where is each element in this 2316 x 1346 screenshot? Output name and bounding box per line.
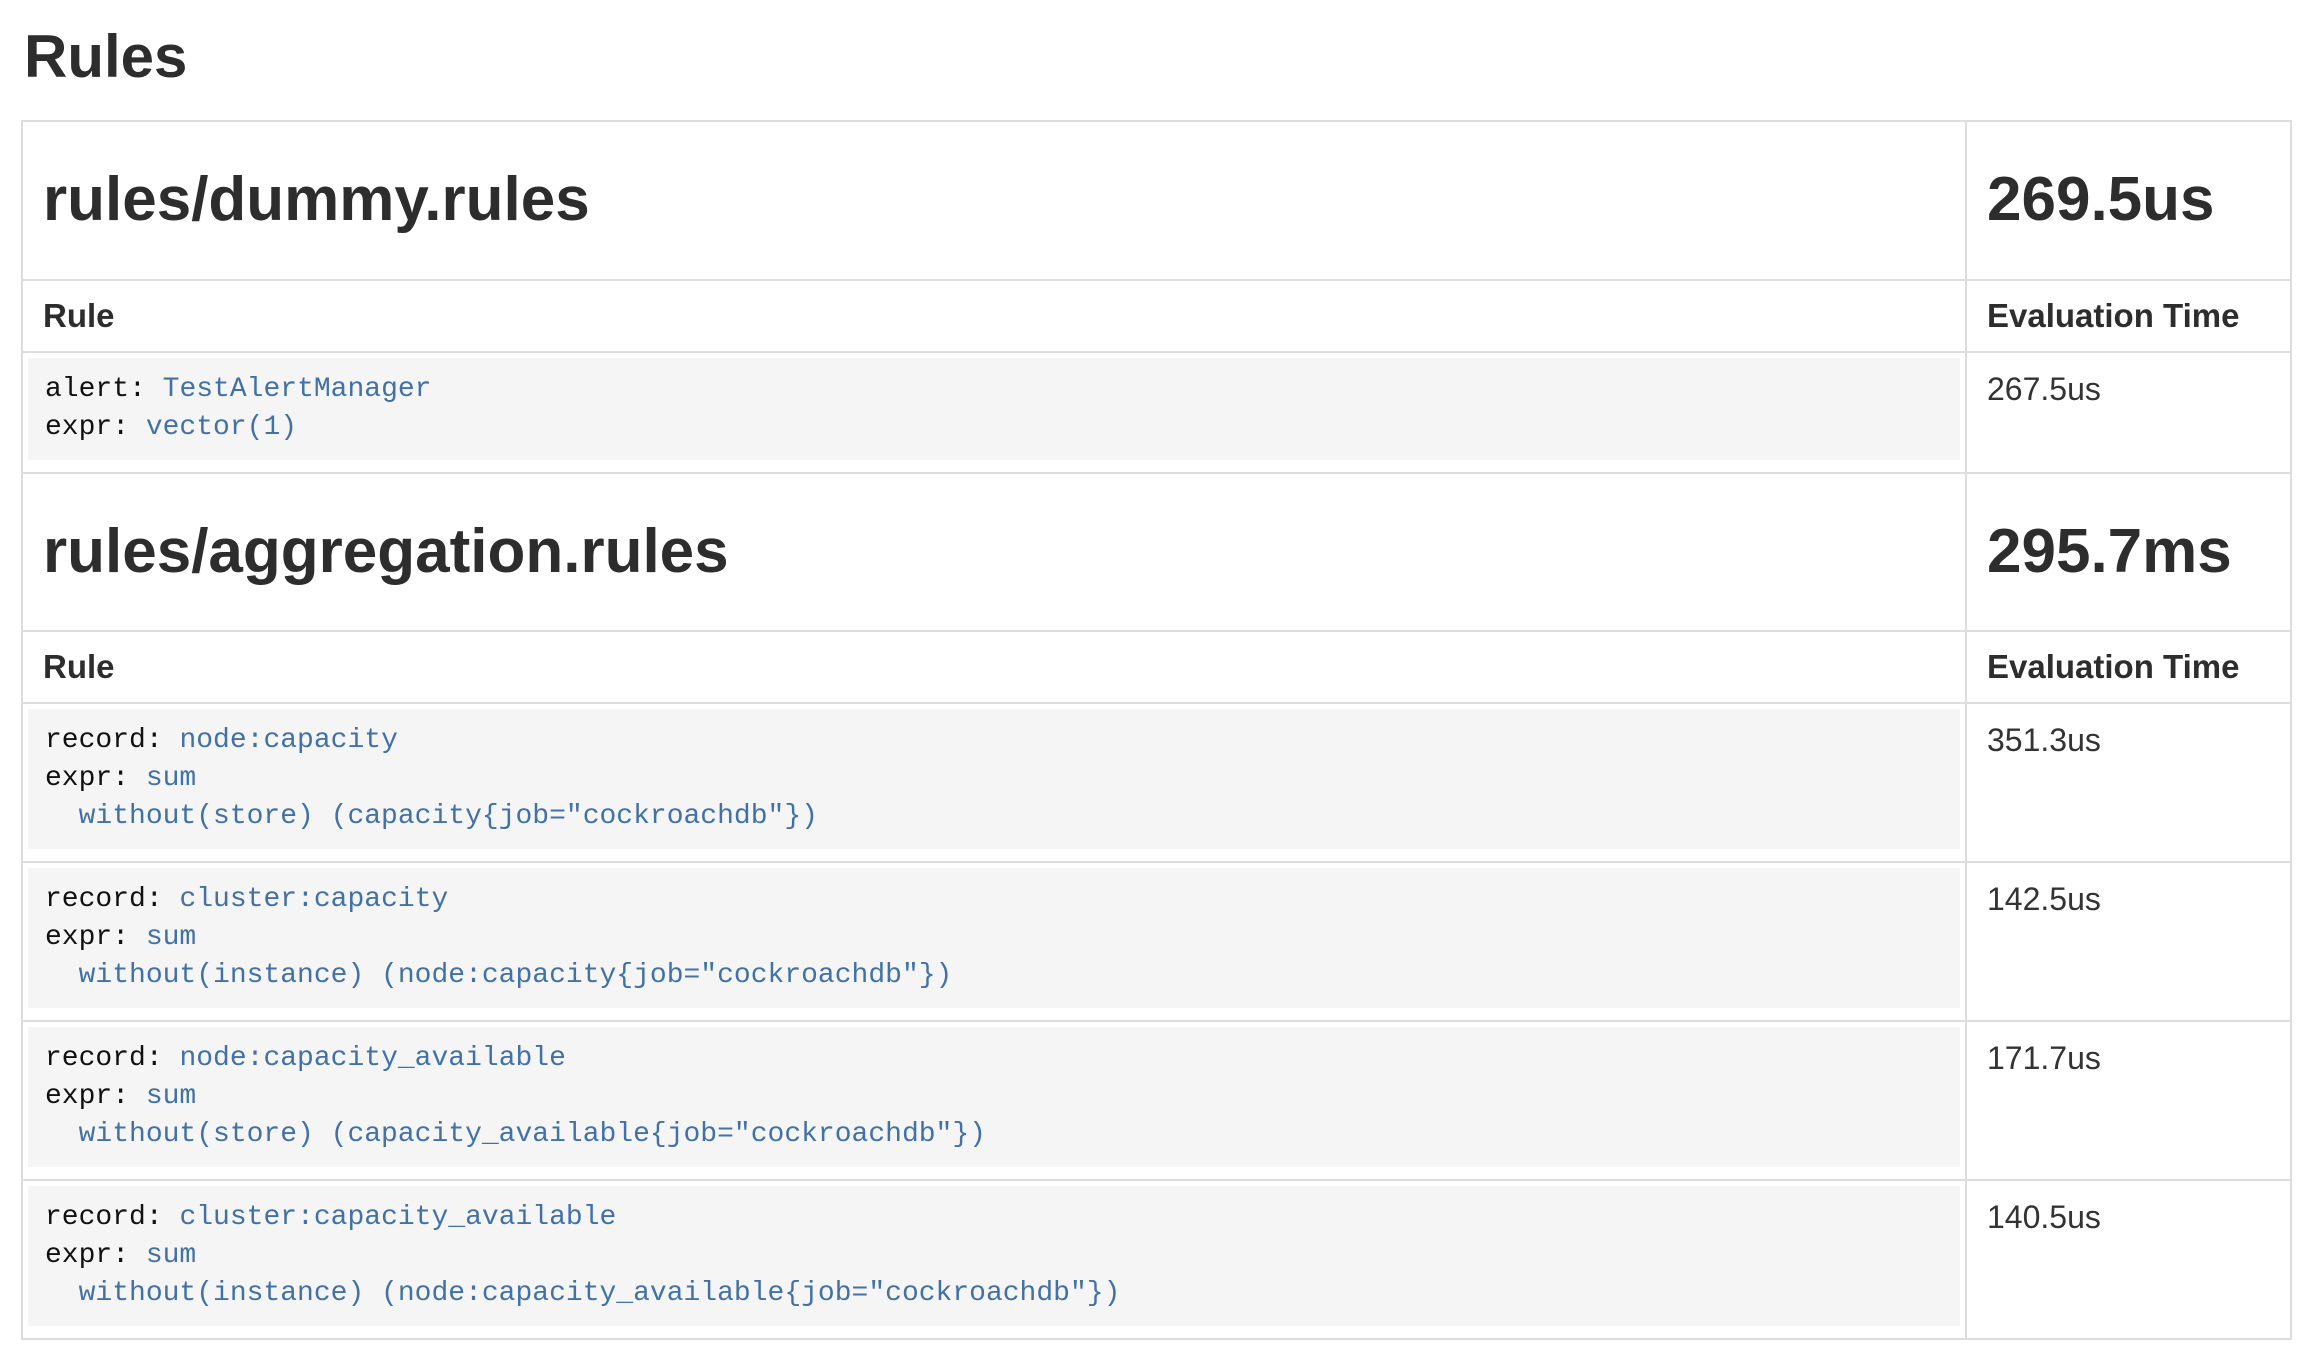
rule-col-header: Rule	[43, 648, 115, 685]
rule-col-header: Rule	[43, 297, 115, 334]
rule-eval-time-cell: 171.7us	[1966, 1021, 2291, 1180]
rule-value-link[interactable]: sum	[146, 1240, 196, 1271]
rule-group-file-cell: rules/aggregation.rules	[22, 473, 1966, 632]
rule-row: record: node:capacity expr: sum without(…	[22, 703, 2291, 862]
page-title: Rules	[24, 24, 2290, 90]
column-header-row: Rule Evaluation Time	[22, 631, 2291, 703]
rule-keyword: record:	[45, 725, 163, 756]
rule-value-link[interactable]: cluster:capacity	[179, 884, 448, 915]
rule-eval-time-cell: 140.5us	[1966, 1180, 2291, 1339]
rule-keyword: record:	[45, 884, 163, 915]
rule-group-total-time-cell: 295.7ms	[1966, 473, 2291, 632]
rule-eval-time-cell: 267.5us	[1966, 352, 2291, 473]
rule-eval-time: 140.5us	[1987, 1199, 2101, 1235]
rule-definition: record: cluster:capacity expr: sum witho…	[28, 868, 1960, 1008]
rules-table-body: rules/dummy.rules 269.5us Rule Evaluatio…	[22, 121, 2291, 1339]
rule-value-link[interactable]: without(store) (capacity{job="cockroachd…	[45, 801, 818, 832]
rule-column-header: Rule	[22, 631, 1966, 703]
rule-group-total-time: 295.7ms	[1987, 512, 2270, 593]
rule-eval-time: 142.5us	[1987, 881, 2101, 917]
rule-row: alert: TestAlertManager expr: vector(1) …	[22, 352, 2291, 473]
rule-value-link[interactable]: without(instance) (node:capacity{job="co…	[45, 960, 952, 991]
eval-col-header: Evaluation Time	[1987, 297, 2239, 334]
rule-keyword: record:	[45, 1043, 163, 1074]
rule-eval-time: 267.5us	[1987, 371, 2101, 407]
rule-group-file-cell: rules/dummy.rules	[22, 121, 1966, 280]
rule-cell: record: node:capacity_available expr: su…	[22, 1021, 1966, 1180]
rule-group-header-row: rules/dummy.rules 269.5us	[22, 121, 2291, 280]
rule-eval-time-cell: 142.5us	[1966, 862, 2291, 1021]
rule-value-link[interactable]: sum	[146, 1081, 196, 1112]
rule-value-link[interactable]: without(instance) (node:capacity_availab…	[45, 1278, 1120, 1309]
rule-cell: record: cluster:capacity_available expr:…	[22, 1180, 1966, 1339]
rules-page: Rules rules/dummy.rules 269.5us Rule Eva…	[0, 24, 2316, 1340]
rule-column-header: Rule	[22, 280, 1966, 352]
rule-group-file: rules/dummy.rules	[43, 160, 1945, 241]
column-header-row: Rule Evaluation Time	[22, 280, 2291, 352]
eval-time-column-header: Evaluation Time	[1966, 280, 2291, 352]
rule-eval-time-cell: 351.3us	[1966, 703, 2291, 862]
rule-group-total-time: 269.5us	[1987, 160, 2270, 241]
rule-row: record: cluster:capacity_available expr:…	[22, 1180, 2291, 1339]
rule-definition: record: node:capacity_available expr: su…	[28, 1027, 1960, 1167]
rule-value-link[interactable]: cluster:capacity_available	[179, 1202, 616, 1233]
eval-col-header: Evaluation Time	[1987, 648, 2239, 685]
rule-cell: record: node:capacity expr: sum without(…	[22, 703, 1966, 862]
rule-row: record: node:capacity_available expr: su…	[22, 1021, 2291, 1180]
rule-definition: alert: TestAlertManager expr: vector(1)	[28, 358, 1960, 460]
rule-value-link[interactable]: sum	[146, 922, 196, 953]
eval-time-column-header: Evaluation Time	[1966, 631, 2291, 703]
rule-value-link[interactable]: vector(1)	[146, 412, 297, 443]
rules-table: rules/dummy.rules 269.5us Rule Evaluatio…	[21, 120, 2292, 1340]
rule-eval-time: 351.3us	[1987, 722, 2101, 758]
rule-value-link[interactable]: without(store) (capacity_available{job="…	[45, 1119, 986, 1150]
rule-cell: record: cluster:capacity expr: sum witho…	[22, 862, 1966, 1021]
rule-eval-time: 171.7us	[1987, 1040, 2101, 1076]
rule-keyword: record:	[45, 1202, 163, 1233]
rule-keyword: expr:	[45, 1240, 129, 1271]
rule-keyword: expr:	[45, 412, 129, 443]
rule-group-file: rules/aggregation.rules	[43, 512, 1945, 593]
rule-keyword: expr:	[45, 922, 129, 953]
rule-row: record: cluster:capacity expr: sum witho…	[22, 862, 2291, 1021]
rule-value-link[interactable]: node:capacity	[179, 725, 397, 756]
rule-keyword: expr:	[45, 1081, 129, 1112]
rule-definition: record: node:capacity expr: sum without(…	[28, 709, 1960, 849]
rule-keyword: expr:	[45, 763, 129, 794]
rule-cell: alert: TestAlertManager expr: vector(1)	[22, 352, 1966, 473]
rule-value-link[interactable]: sum	[146, 763, 196, 794]
rule-group-total-time-cell: 269.5us	[1966, 121, 2291, 280]
rule-value-link[interactable]: node:capacity_available	[179, 1043, 565, 1074]
rule-keyword: alert:	[45, 374, 146, 405]
rule-definition: record: cluster:capacity_available expr:…	[28, 1186, 1960, 1326]
rule-value-link[interactable]: TestAlertManager	[163, 374, 432, 405]
rule-group-header-row: rules/aggregation.rules 295.7ms	[22, 473, 2291, 632]
